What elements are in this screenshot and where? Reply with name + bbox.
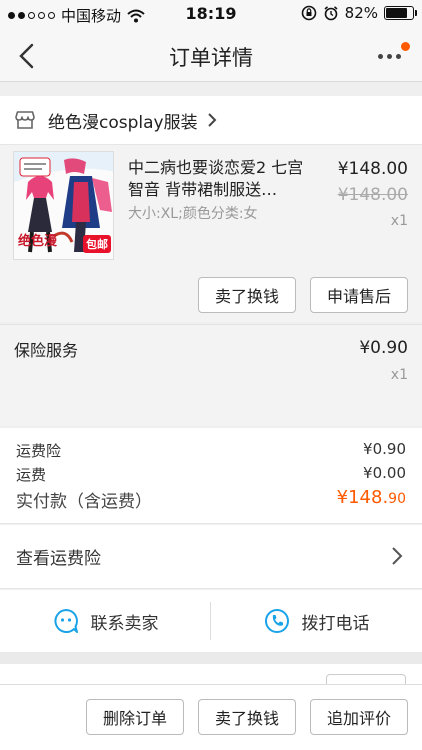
- insurance-label: 保险服务: [14, 341, 79, 360]
- more-button[interactable]: [372, 40, 412, 72]
- fee-summary: 运费险 ¥0.90 运费 ¥0.00 实付款（含运费） ¥148.90: [0, 428, 422, 524]
- shop-row[interactable]: 绝色漫cosplay服装: [0, 96, 422, 144]
- product-name: 中二病也要谈恋爱2 七宫智音 背带裙制服送…: [128, 158, 304, 199]
- call-button[interactable]: 拨打电话: [211, 590, 422, 652]
- insurance-service-row: 保险服务 ¥0.90 x1: [0, 324, 422, 426]
- shipping-insurance-label: 运费险: [16, 442, 62, 460]
- view-shipping-insurance-row[interactable]: 查看运费险: [0, 525, 422, 589]
- status-right: 82%: [301, 4, 417, 22]
- chevron-left-icon: [19, 43, 34, 69]
- contact-seller-label: 联系卖家: [90, 613, 159, 634]
- section-gap: [0, 652, 422, 664]
- add-review-button[interactable]: 追加评价: [310, 699, 408, 735]
- shipping-fee-value: ¥0.00: [363, 464, 406, 482]
- total-paid-value: ¥148.90: [337, 487, 406, 508]
- total-paid-cents: 90: [388, 491, 406, 507]
- product-card[interactable]: 绝色漫 包邮 中二病也要谈恋爱2 七宫智音 背带裙制服送… 大小:XL;颜色分类…: [0, 144, 422, 322]
- partially-hidden-section: [0, 664, 422, 688]
- chevron-right-icon: [392, 547, 403, 565]
- product-brand-watermark: 绝色漫: [18, 234, 58, 249]
- shipping-fee-label: 运费: [16, 466, 47, 484]
- store-icon: [15, 111, 35, 129]
- alarm-icon: [324, 6, 338, 21]
- page-title: 订单详情: [169, 46, 253, 70]
- shipping-insurance-row: 运费险 ¥0.90: [16, 440, 406, 461]
- back-button[interactable]: [10, 38, 46, 74]
- bottom-action-bar: 删除订单 卖了换钱 追加评价: [0, 684, 422, 750]
- insurance-amount: ¥0.90: [359, 338, 408, 358]
- total-paid-label: 实付款（含运费）: [16, 492, 152, 512]
- chat-icon: [53, 609, 78, 633]
- shipping-insurance-value: ¥0.90: [363, 440, 406, 458]
- status-bar: 中国移动 18:19 82%: [0, 0, 422, 30]
- rotation-lock-icon: [301, 5, 316, 21]
- after-sale-button[interactable]: 申请售后: [310, 277, 408, 313]
- view-shipping-insurance-label: 查看运费险: [16, 549, 101, 569]
- product-price: ¥148.00: [337, 159, 408, 179]
- total-paid-row: 实付款（含运费） ¥148.90: [16, 487, 406, 512]
- free-shipping-badge: 包邮: [83, 235, 111, 253]
- notification-dot: [401, 42, 410, 51]
- product-original-price: ¥148.00: [337, 185, 408, 205]
- call-label: 拨打电话: [301, 613, 370, 634]
- battery-percent: 82%: [344, 4, 378, 22]
- nav-bar: 订单详情: [0, 30, 422, 82]
- delete-order-button[interactable]: 删除订单: [86, 699, 184, 735]
- product-quantity: x1: [390, 213, 408, 229]
- total-paid-main: ¥148.: [336, 487, 389, 508]
- battery-icon: [384, 6, 417, 20]
- contact-seller-button[interactable]: 联系卖家: [0, 590, 211, 652]
- bottom-sell-button[interactable]: 卖了换钱: [198, 699, 296, 735]
- product-spec: 大小:XL;颜色分类:女: [128, 206, 258, 222]
- insurance-quantity: x1: [390, 367, 408, 383]
- shop-name: 绝色漫cosplay服装: [48, 112, 198, 133]
- chevron-right-icon: [207, 113, 217, 127]
- more-icon: [378, 54, 401, 59]
- phone-icon: [264, 609, 289, 633]
- contact-divider: [210, 602, 211, 640]
- sell-button[interactable]: 卖了换钱: [198, 277, 296, 313]
- contact-row: 联系卖家 拨打电话: [0, 590, 422, 652]
- shipping-fee-row: 运费 ¥0.00: [16, 464, 406, 485]
- product-image[interactable]: 绝色漫 包邮: [13, 151, 114, 260]
